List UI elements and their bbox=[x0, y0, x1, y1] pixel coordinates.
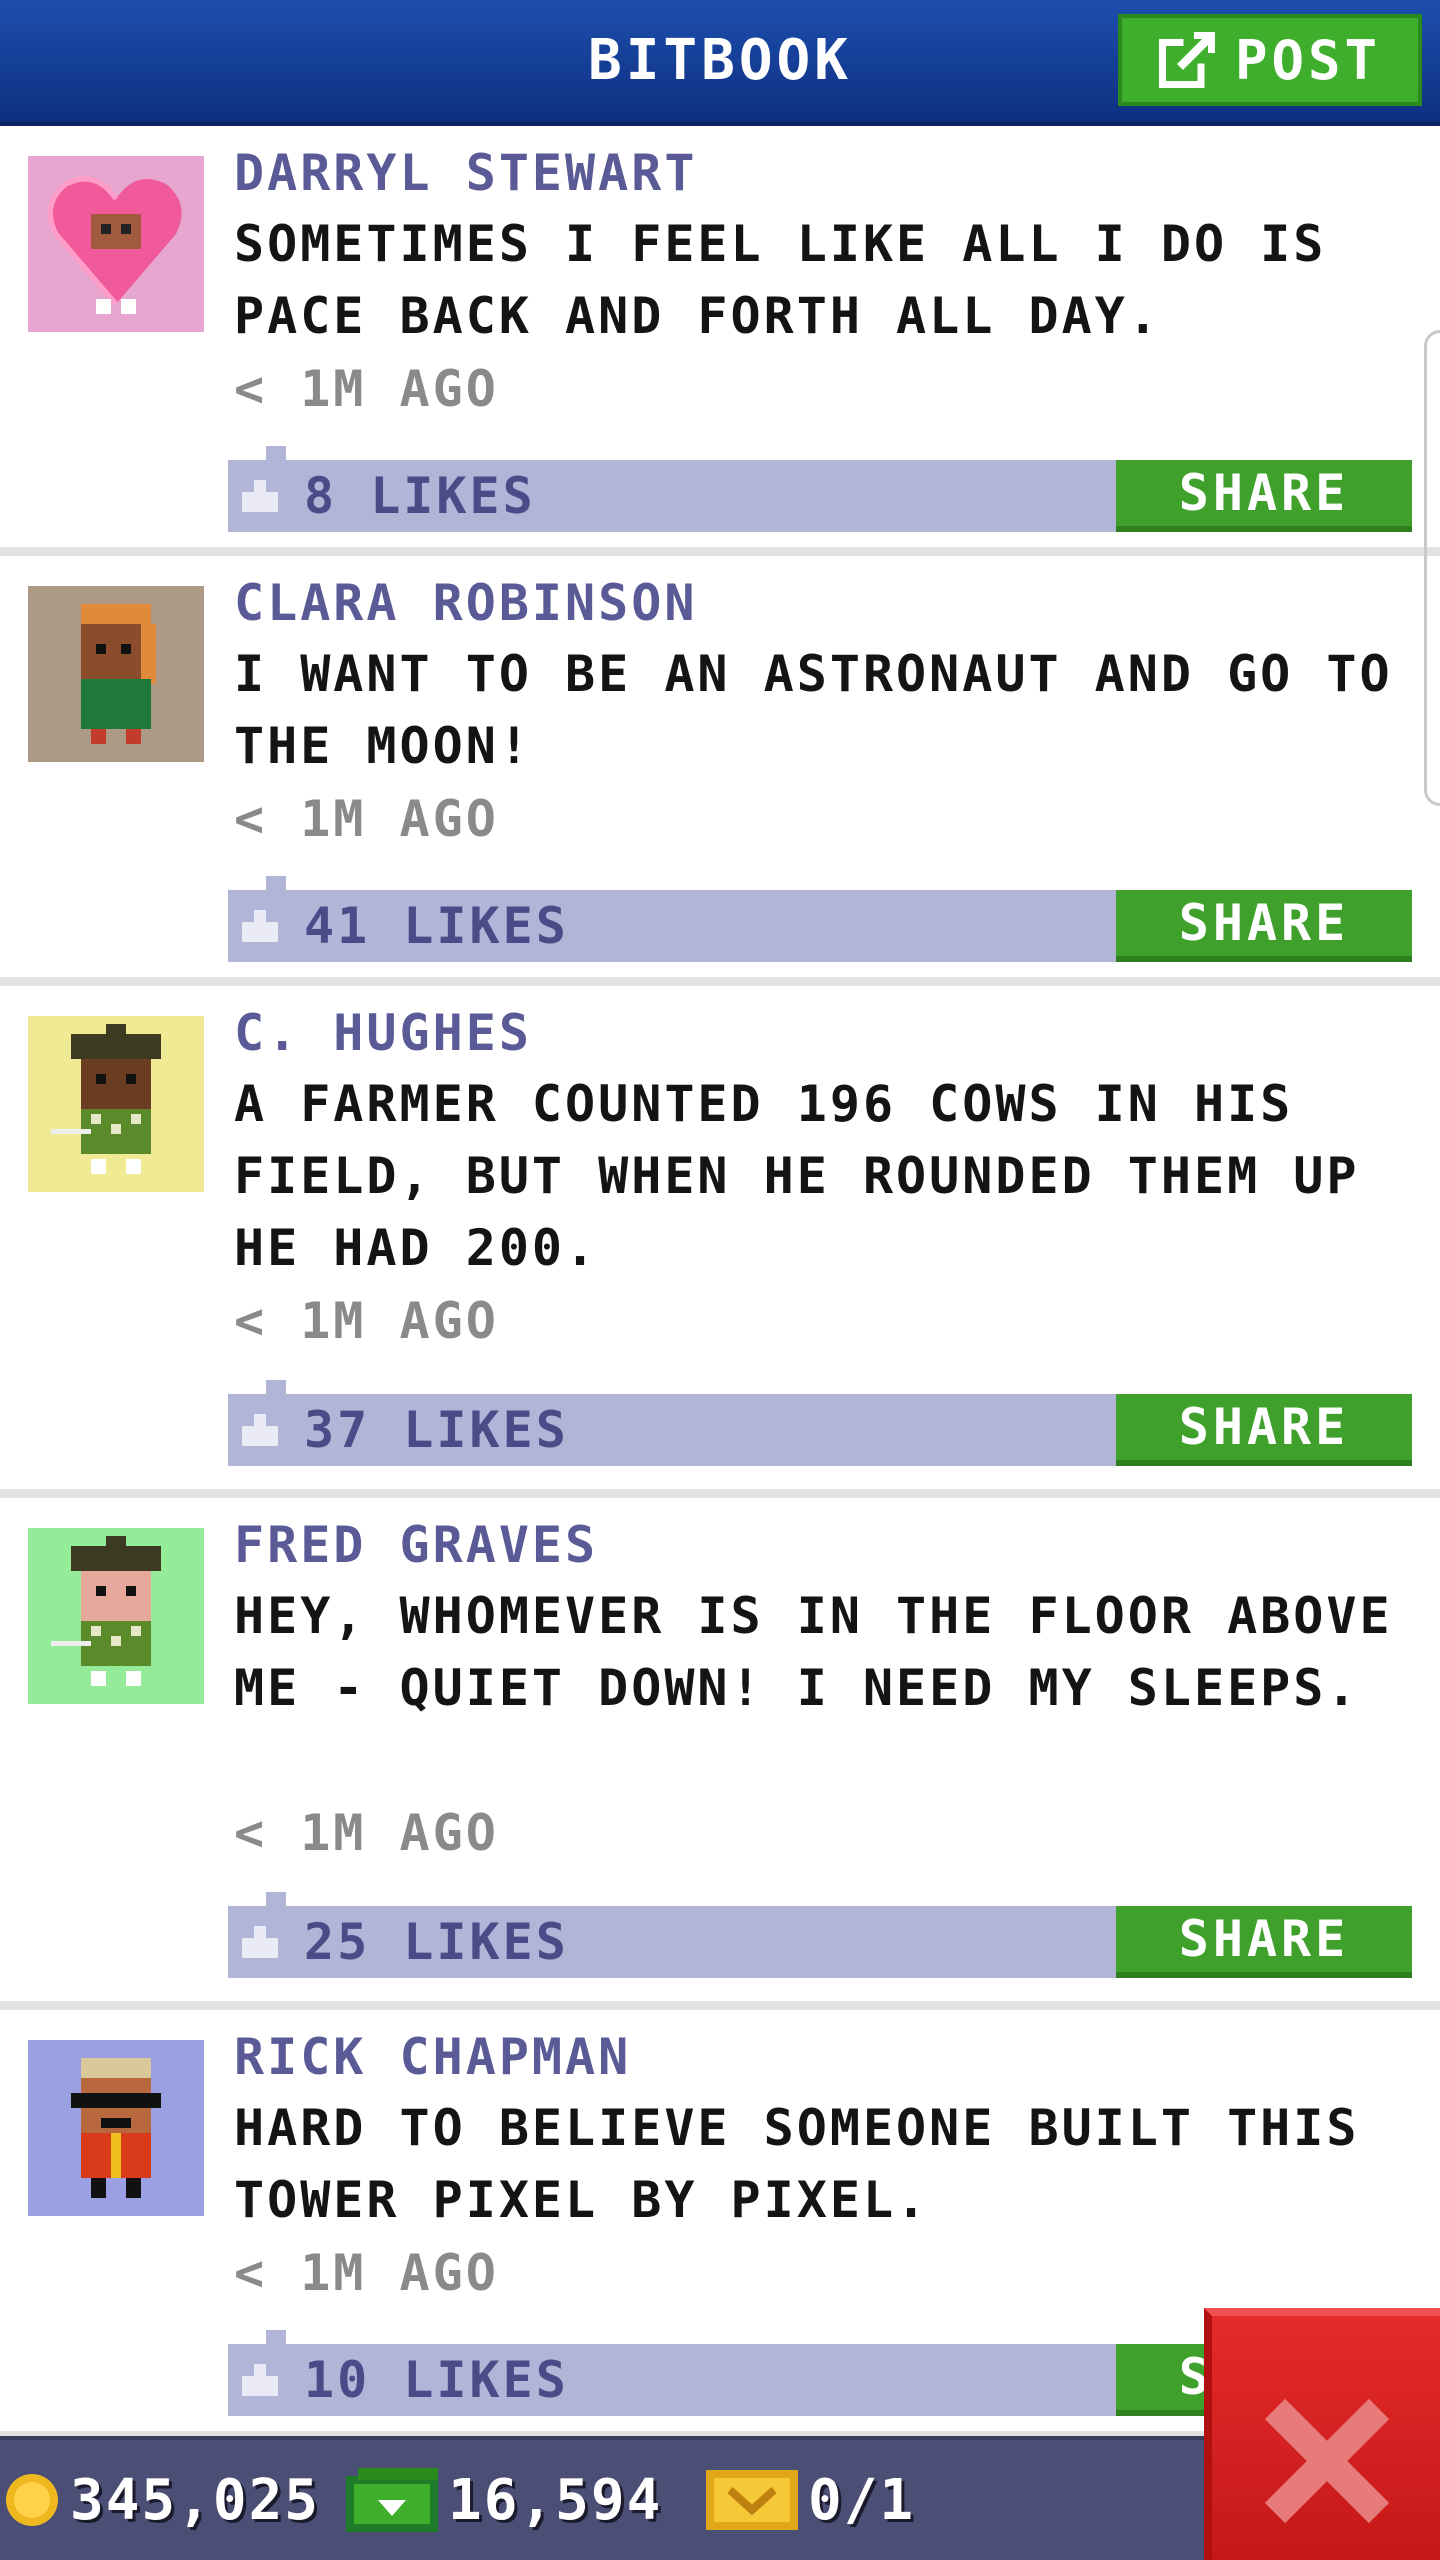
likes-count: 41 LIKES bbox=[304, 897, 569, 955]
post-author[interactable]: RICK CHAPMAN bbox=[234, 2028, 631, 2086]
coin-icon bbox=[6, 2474, 58, 2526]
feed-post: DARRYL STEWART SOMETIMES I FEEL LIKE ALL… bbox=[0, 126, 1440, 556]
post-timestamp: < 1M AGO bbox=[234, 2244, 499, 2302]
close-button[interactable] bbox=[1204, 2308, 1440, 2560]
scroll-indicator[interactable] bbox=[1424, 330, 1440, 806]
likes-count: 8 LIKES bbox=[304, 467, 536, 525]
post-timestamp: < 1M AGO bbox=[234, 1292, 499, 1350]
likes-count: 25 LIKES bbox=[304, 1913, 569, 1971]
feed-post: CLARA ROBINSON I WANT TO BE AN ASTRONAUT… bbox=[0, 556, 1440, 986]
feed-post: FRED GRAVES HEY, WHOMEVER IS IN THE FLOO… bbox=[0, 1498, 1440, 2010]
coins-stat: 345,025 bbox=[4, 2440, 320, 2560]
post-timestamp: < 1M AGO bbox=[234, 360, 499, 418]
likes-bar-tab bbox=[266, 1892, 286, 1906]
post-message: SOMETIMES I FEEL LIKE ALL I DO IS PACE B… bbox=[234, 215, 1327, 345]
post-author[interactable]: CLARA ROBINSON bbox=[234, 574, 697, 632]
likes-bar-tab bbox=[266, 2330, 286, 2344]
post-timestamp: < 1M AGO bbox=[234, 790, 499, 848]
post-feed[interactable]: DARRYL STEWART SOMETIMES I FEEL LIKE ALL… bbox=[0, 126, 1440, 2440]
bux-icon bbox=[346, 2468, 438, 2532]
person-avatar-icon[interactable] bbox=[28, 586, 204, 762]
thumbs-up-icon[interactable] bbox=[242, 910, 278, 942]
compose-icon bbox=[1158, 32, 1215, 88]
share-button[interactable]: SHARE bbox=[1116, 1906, 1412, 1978]
post-author[interactable]: FRED GRAVES bbox=[234, 1516, 598, 1574]
golfer-avatar-icon[interactable] bbox=[28, 1528, 204, 1704]
post-message: HEY, WHOMEVER IS IN THE FLOOR ABOVE ME -… bbox=[234, 1587, 1393, 1717]
thumbs-up-icon[interactable] bbox=[242, 1926, 278, 1958]
share-button[interactable]: SHARE bbox=[1116, 890, 1412, 962]
tickets-count: 0/1 bbox=[808, 2467, 916, 2533]
heart-costume-avatar-icon[interactable] bbox=[28, 156, 204, 332]
bux-stat: 16,594 bbox=[346, 2440, 662, 2560]
likes-bar: 25 LIKES SHARE bbox=[228, 1892, 1412, 1978]
likes-bar-tab bbox=[266, 1380, 286, 1394]
post-message: A FARMER COUNTED 196 COWS IN HIS FIELD, … bbox=[234, 1075, 1360, 1277]
close-icon bbox=[1264, 2398, 1390, 2524]
ticket-icon bbox=[706, 2470, 798, 2530]
post-timestamp: < 1M AGO bbox=[234, 1804, 499, 1862]
golfer-avatar-icon[interactable] bbox=[28, 1016, 204, 1192]
thumbs-up-icon[interactable] bbox=[242, 1414, 278, 1446]
coins-count: 345,025 bbox=[70, 2467, 321, 2533]
likes-bar-tab bbox=[266, 876, 286, 890]
post-author[interactable]: C. HUGHES bbox=[234, 1004, 532, 1062]
share-button[interactable]: SHARE bbox=[1116, 1394, 1412, 1466]
feed-post: C. HUGHES A FARMER COUNTED 196 COWS IN H… bbox=[0, 986, 1440, 1498]
likes-bar: 41 LIKES SHARE bbox=[228, 876, 1412, 962]
post-button[interactable]: POST bbox=[1118, 14, 1422, 106]
sunglasses-avatar-icon[interactable] bbox=[28, 2040, 204, 2216]
post-author[interactable]: DARRYL STEWART bbox=[234, 144, 697, 202]
likes-count: 10 LIKES bbox=[304, 2351, 569, 2409]
likes-bar: 37 LIKES SHARE bbox=[228, 1380, 1412, 1466]
bux-count: 16,594 bbox=[448, 2467, 663, 2533]
thumbs-up-icon[interactable] bbox=[242, 480, 278, 512]
header-bar: BITBOOK POST bbox=[0, 0, 1440, 126]
likes-bar: 8 LIKES SHARE bbox=[228, 446, 1412, 532]
thumbs-up-icon[interactable] bbox=[242, 2364, 278, 2396]
likes-bar-tab bbox=[266, 446, 286, 460]
post-button-label: POST bbox=[1234, 28, 1382, 92]
post-message: I WANT TO BE AN ASTRONAUT AND GO TO THE … bbox=[234, 645, 1393, 775]
share-button[interactable]: SHARE bbox=[1116, 460, 1412, 532]
likes-count: 37 LIKES bbox=[304, 1401, 569, 1459]
tickets-stat: 0/1 bbox=[706, 2440, 915, 2560]
post-message: HARD TO BELIEVE SOMEONE BUILT THIS TOWER… bbox=[234, 2099, 1360, 2229]
